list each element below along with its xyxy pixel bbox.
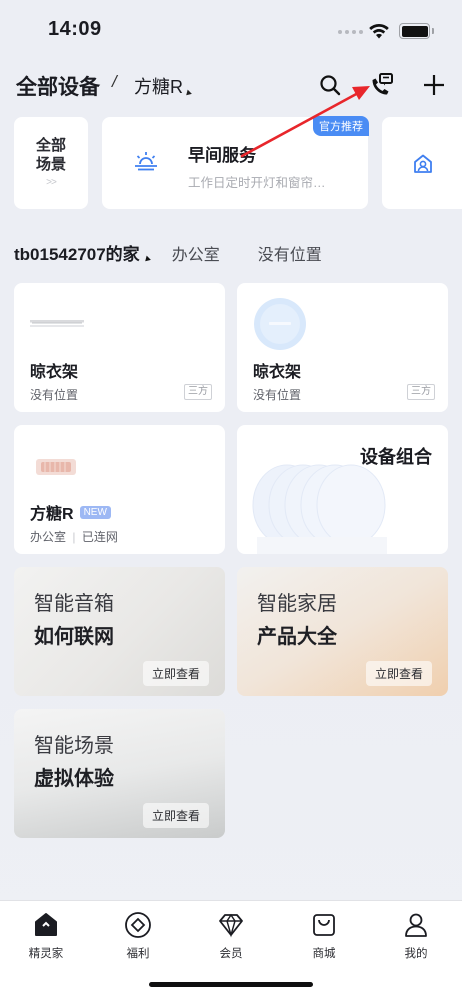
- double-chevron-right-icon: >>: [46, 177, 57, 188]
- room-tab-no-location[interactable]: 没有位置: [258, 241, 322, 265]
- tab-welfare[interactable]: 福利: [108, 911, 168, 961]
- tab-label: 会员: [219, 948, 243, 960]
- tab-store[interactable]: 商城: [294, 911, 354, 961]
- shopping-bag-icon: [313, 914, 335, 936]
- third-party-tag: 三方: [184, 384, 212, 400]
- promo-line2: 虚拟体验: [34, 768, 114, 790]
- third-party-tag: 三方: [407, 384, 435, 400]
- tab-member[interactable]: 会员: [201, 911, 261, 961]
- device-card-drying-rack-2[interactable]: 晾衣架 没有位置 三方: [237, 283, 448, 412]
- device-location: 办公室: [30, 530, 67, 544]
- tab-label: 我的: [404, 948, 428, 960]
- promo-card-speaker[interactable]: 智能音箱 如何联网 立即查看: [14, 567, 225, 696]
- promo-card-smart-home[interactable]: 智能家居 产品大全 立即查看: [237, 567, 448, 696]
- gift-diamond-icon: [125, 912, 151, 938]
- battery-cap: [432, 28, 434, 34]
- tab-label: 精灵家: [28, 948, 64, 960]
- title-separator: /: [112, 72, 117, 91]
- promo-line1: 智能家居: [257, 593, 337, 615]
- wifi-icon: [369, 23, 389, 39]
- all-scenes-label-1: 全部: [35, 137, 66, 154]
- device-name: 晾衣架: [253, 364, 302, 381]
- battery-icon: [399, 23, 430, 39]
- device-location: 没有位置: [30, 388, 79, 402]
- scene-card-next[interactable]: [382, 117, 462, 209]
- tab-label: 福利: [126, 948, 150, 960]
- device-location: 没有位置: [253, 388, 302, 402]
- promo-line2: 如何联网: [34, 626, 114, 648]
- page-title: 全部设备: [16, 76, 100, 99]
- cellular-signal-icon: [338, 30, 363, 34]
- profile-icon: [405, 913, 427, 937]
- chevron-down-icon: [184, 89, 192, 98]
- room-tab-office[interactable]: 办公室: [172, 241, 220, 265]
- drying-rack-round-image: [254, 298, 306, 350]
- promo-line1: 智能场景: [34, 735, 114, 757]
- tab-mine[interactable]: 我的: [386, 911, 446, 961]
- chevron-down-icon: [142, 255, 151, 264]
- device-selector[interactable]: 方糖R: [134, 73, 192, 99]
- home-icon: [35, 913, 57, 936]
- add-device-button[interactable]: [421, 72, 447, 98]
- device-name: 方糖R NEW: [30, 500, 111, 524]
- device-location-status: 办公室 | 已连网: [30, 528, 118, 545]
- device-card-drying-rack-1[interactable]: 晾衣架 没有位置 三方: [14, 283, 225, 412]
- speaker-image: [36, 459, 76, 475]
- status-divider: |: [72, 530, 76, 544]
- device-selector-label: 方糖R: [134, 77, 183, 97]
- promo-line2: 产品大全: [257, 626, 337, 648]
- device-combo-title: 设备组合: [360, 447, 432, 467]
- promo-card-scene[interactable]: 智能场景 虚拟体验 立即查看: [14, 709, 225, 838]
- annotation-arrow: [240, 86, 370, 158]
- room-tabs: tb01542707的家 办公室 没有位置: [14, 240, 322, 265]
- device-name-label: 方糖R: [30, 506, 74, 523]
- view-now-button[interactable]: 立即查看: [142, 661, 209, 686]
- plus-icon: [424, 75, 444, 95]
- view-now-button[interactable]: 立即查看: [142, 803, 209, 828]
- all-scenes-label-2: 场景: [35, 156, 66, 173]
- status-time: 14:09: [48, 18, 102, 40]
- room-selector[interactable]: tb01542707的家: [14, 240, 151, 265]
- home-indicator: [149, 982, 313, 987]
- tab-home[interactable]: 精灵家: [16, 911, 76, 961]
- room-current-label: tb01542707的家: [14, 245, 140, 264]
- sunrise-icon: [135, 152, 157, 171]
- diamond-icon: [219, 913, 243, 938]
- device-name: 晾衣架: [30, 364, 79, 381]
- view-now-button[interactable]: 立即查看: [365, 661, 432, 686]
- home-user-icon: [414, 154, 432, 173]
- all-scenes-card[interactable]: 全部 场景 >>: [14, 117, 88, 209]
- tab-label: 商城: [312, 948, 336, 960]
- drying-rack-image: [30, 320, 84, 327]
- new-badge: NEW: [79, 505, 111, 519]
- promo-line1: 智能音箱: [34, 593, 114, 615]
- device-status: 已连网: [81, 530, 118, 544]
- scene-description: 工作日定时开灯和窗帘…: [188, 176, 326, 190]
- device-card-fangtang-r[interactable]: 方糖R NEW 办公室 | 已连网: [14, 425, 225, 554]
- device-combo-card[interactable]: 设备组合: [237, 425, 448, 554]
